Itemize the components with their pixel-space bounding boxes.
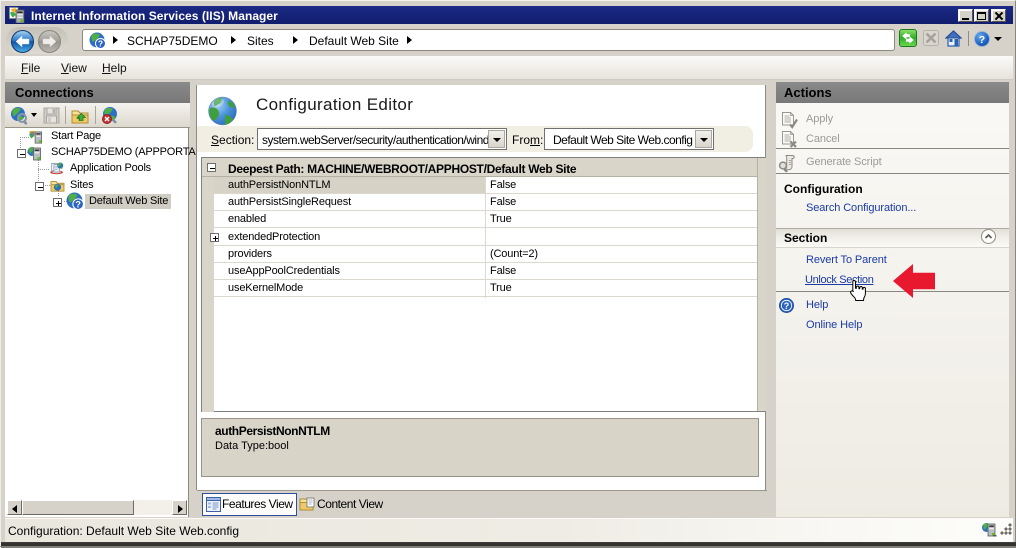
svg-text:?: ? xyxy=(75,199,81,209)
svg-text:?: ? xyxy=(98,39,103,49)
svg-text:?: ? xyxy=(784,301,790,311)
svg-text:?: ? xyxy=(979,34,985,46)
